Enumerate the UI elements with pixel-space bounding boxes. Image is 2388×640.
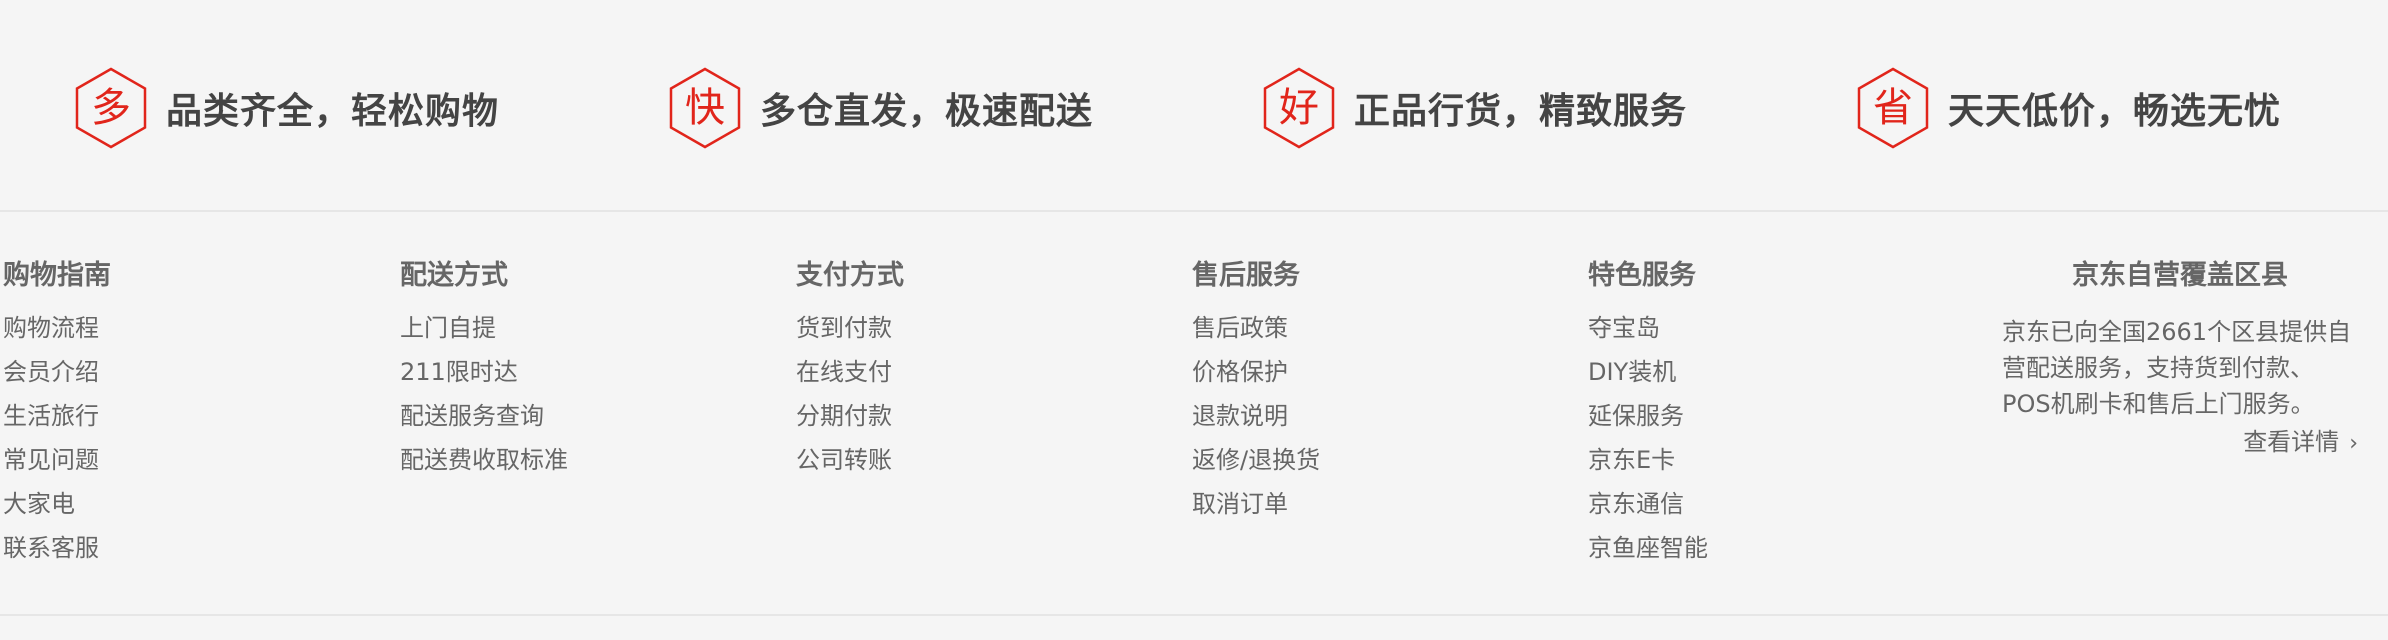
footer-link[interactable]: 货到付款 — [796, 306, 904, 350]
column-shopping-guide: 购物指南 购物流程 会员介绍 生活旅行 常见问题 大家电 联系客服 — [3, 256, 111, 570]
footer-link[interactable]: 常见问题 — [3, 438, 111, 482]
promise-item-savings: 省 天天低价，畅选无忧 — [1856, 66, 2281, 150]
footer-link[interactable]: 配送服务查询 — [400, 394, 568, 438]
column-title: 特色服务 — [1588, 260, 1696, 291]
footer-link[interactable]: 价格保护 — [1192, 350, 1320, 394]
column-title: 配送方式 — [400, 260, 508, 291]
footer-link[interactable]: 购物流程 — [3, 306, 111, 350]
footer-link[interactable]: 京鱼座智能 — [1588, 526, 1708, 570]
bottom-divider — [0, 614, 2388, 616]
column-title: 购物指南 — [3, 260, 111, 291]
hexagon-char: 好 — [1279, 85, 1319, 131]
footer-link[interactable]: 大家电 — [3, 482, 111, 526]
hexagon-hao-icon: 好 — [1262, 66, 1336, 150]
footer-link[interactable]: 211限时达 — [400, 350, 568, 394]
promise-item-speed: 快 多仓直发，极速配送 — [668, 66, 1093, 150]
promise-item-variety: 多 品类齐全，轻松购物 — [74, 66, 499, 150]
top-divider — [0, 210, 2388, 212]
chevron-right-icon: › — [2349, 431, 2358, 456]
promise-text: 多仓直发，极速配送 — [760, 91, 1094, 132]
footer-link[interactable]: 生活旅行 — [3, 394, 111, 438]
footer-link[interactable]: 会员介绍 — [3, 350, 111, 394]
footer-link[interactable]: DIY装机 — [1588, 350, 1708, 394]
footer-link[interactable]: 退款说明 — [1192, 394, 1320, 438]
footer-link[interactable]: 公司转账 — [796, 438, 904, 482]
hexagon-kuai-icon: 快 — [668, 66, 742, 150]
promise-text: 天天低价，畅选无忧 — [1948, 91, 2282, 132]
column-links: 售后政策 价格保护 退款说明 返修/退换货 取消订单 — [1192, 306, 1320, 526]
hexagon-char: 省 — [1873, 85, 1913, 131]
column-delivery: 配送方式 上门自提 211限时达 配送服务查询 配送费收取标准 — [400, 256, 568, 482]
footer-link[interactable]: 夺宝岛 — [1588, 306, 1708, 350]
view-details-link[interactable]: 查看详情 › — [2002, 424, 2358, 462]
hexagon-char: 快 — [685, 85, 725, 131]
hexagon-sheng-icon: 省 — [1856, 66, 1930, 150]
footer-link[interactable]: 返修/退换货 — [1192, 438, 1320, 482]
column-special-services: 特色服务 夺宝岛 DIY装机 延保服务 京东E卡 京东通信 京鱼座智能 — [1588, 256, 1708, 570]
column-title: 售后服务 — [1192, 260, 1300, 291]
column-payment: 支付方式 货到付款 在线支付 分期付款 公司转账 — [796, 256, 904, 482]
promise-text: 正品行货，精致服务 — [1354, 91, 1688, 132]
column-links: 货到付款 在线支付 分期付款 公司转账 — [796, 306, 904, 482]
column-after-sales: 售后服务 售后政策 价格保护 退款说明 返修/退换货 取消订单 — [1192, 256, 1320, 526]
page-footer: 多 品类齐全，轻松购物 快 多仓直发，极速配送 好 正品行货，精致服务 省 天天… — [0, 0, 2388, 640]
footer-link[interactable]: 取消订单 — [1192, 482, 1320, 526]
view-details-label: 查看详情 — [2243, 428, 2340, 456]
footer-link[interactable]: 售后政策 — [1192, 306, 1320, 350]
service-promises: 多 品类齐全，轻松购物 快 多仓直发，极速配送 好 正品行货，精致服务 省 天天… — [0, 0, 2388, 210]
column-title: 支付方式 — [796, 260, 904, 291]
hexagon-char: 多 — [91, 85, 131, 131]
column-links: 上门自提 211限时达 配送服务查询 配送费收取标准 — [400, 306, 568, 482]
footer-link[interactable]: 配送费收取标准 — [400, 438, 568, 482]
footer-link[interactable]: 在线支付 — [796, 350, 904, 394]
footer-link[interactable]: 延保服务 — [1588, 394, 1708, 438]
column-links: 夺宝岛 DIY装机 延保服务 京东E卡 京东通信 京鱼座智能 — [1588, 306, 1708, 570]
column-links: 购物流程 会员介绍 生活旅行 常见问题 大家电 联系客服 — [3, 306, 111, 570]
footer-link[interactable]: 京东通信 — [1588, 482, 1708, 526]
footer-link[interactable]: 上门自提 — [400, 306, 568, 350]
footer-link[interactable]: 分期付款 — [796, 394, 904, 438]
footer-link[interactable]: 联系客服 — [3, 526, 111, 570]
promise-text: 品类齐全，轻松购物 — [166, 91, 500, 132]
footer-link[interactable]: 京东E卡 — [1588, 438, 1708, 482]
coverage-title: 京东自营覆盖区县 — [2072, 260, 2288, 291]
coverage-description: 京东已向全国2661个区县提供自营配送服务，支持货到付款、POS机刷卡和售后上门… — [2002, 318, 2352, 418]
coverage-box: 京东自营覆盖区县 京东已向全国2661个区县提供自营配送服务，支持货到付款、PO… — [2002, 256, 2358, 462]
hexagon-duo-icon: 多 — [74, 66, 148, 150]
promise-item-quality: 好 正品行货，精致服务 — [1262, 66, 1687, 150]
